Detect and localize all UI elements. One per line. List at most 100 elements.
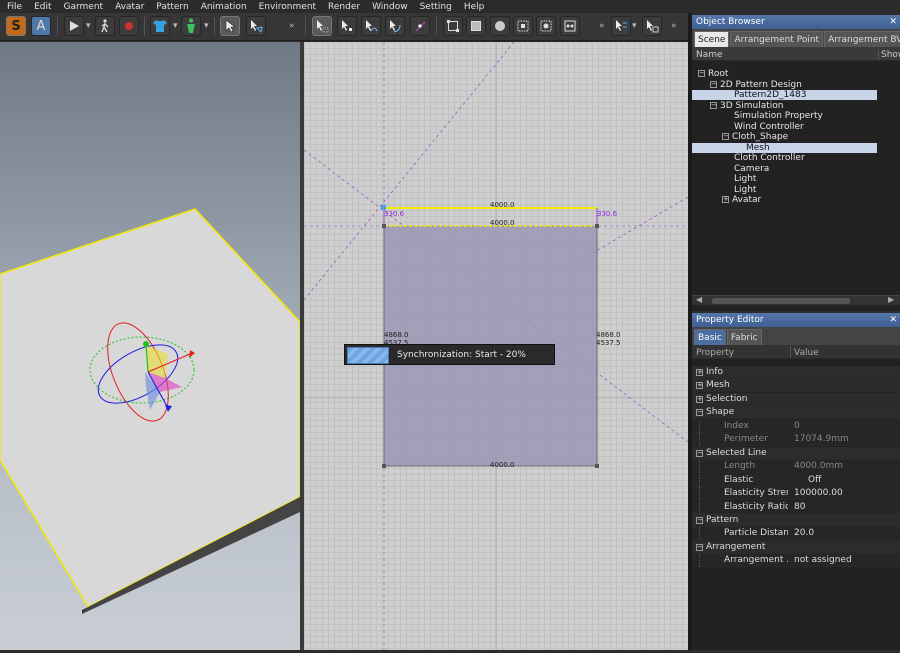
curvature-icon[interactable] (385, 16, 405, 36)
transform-pattern-icon[interactable] (312, 16, 332, 36)
tree-item[interactable]: Mesh (692, 142, 877, 153)
tree-item[interactable]: Light (692, 185, 877, 195)
property-category[interactable]: − Selected Line (692, 446, 900, 460)
segment-sewing-icon[interactable] (611, 16, 631, 36)
collapse-icon[interactable]: − (698, 70, 705, 77)
chevron-down-icon[interactable]: ▾ (204, 21, 209, 31)
menu-item-avatar[interactable]: Avatar (111, 2, 152, 12)
property-row[interactable]: Index 0 (692, 419, 900, 433)
property-category[interactable]: + Mesh (692, 379, 900, 393)
tab-arrangement-bv[interactable]: Arrangement BV (824, 31, 900, 47)
tree-item[interactable]: −3D Simulation (692, 101, 877, 111)
expand-icon[interactable]: + (722, 196, 729, 203)
tree-item[interactable]: Camera (692, 164, 877, 174)
property-value[interactable]: 4000.0mm (794, 460, 843, 473)
property-category[interactable]: − Pattern (692, 513, 900, 527)
collapse-icon[interactable]: − (710, 80, 717, 88)
chevron-down-icon[interactable]: ▾ (632, 21, 637, 31)
chevron-down-icon[interactable]: ▾ (173, 21, 178, 31)
menu-item-help[interactable]: Help (460, 2, 493, 12)
tree-item[interactable]: − Cloth_Shape (692, 132, 877, 142)
collapse-icon[interactable]: − (722, 133, 729, 140)
menu-item-file[interactable]: File (3, 2, 30, 12)
close-icon[interactable]: ✕ (889, 315, 897, 325)
property-row[interactable]: Elasticity Ratio 80 (692, 500, 900, 514)
property-value[interactable]: 80 (794, 501, 805, 514)
menu-item-setting[interactable]: Setting (416, 2, 460, 12)
property-value[interactable]: Off (808, 474, 821, 487)
column-value[interactable]: Value (794, 348, 819, 358)
collapse-icon[interactable]: − (710, 101, 717, 109)
free-sewing-icon[interactable] (642, 16, 662, 36)
record-icon[interactable] (119, 16, 139, 36)
menu-item-window[interactable]: Window (368, 2, 416, 12)
add-point-icon[interactable] (410, 16, 430, 36)
internal-polygon-icon[interactable] (513, 16, 533, 36)
expand-icon[interactable]: + (696, 395, 703, 403)
tree-item[interactable]: −2D Pattern Design (692, 80, 877, 90)
edit-point-icon[interactable] (337, 16, 357, 36)
play-icon[interactable] (64, 16, 84, 36)
edit-curve-icon[interactable] (361, 16, 381, 36)
property-row[interactable]: Arrangement ... not assigned (692, 554, 900, 568)
menu-item-garment[interactable]: Garment (60, 2, 112, 12)
more-tools-icon[interactable]: » (599, 21, 605, 31)
garment-shirt-icon[interactable] (150, 16, 170, 36)
rectangle-icon[interactable] (466, 16, 486, 36)
menu-item-animation[interactable]: Animation (197, 2, 255, 12)
tab-scene[interactable]: Scene (694, 31, 730, 47)
menu-item-environment[interactable]: Environment (255, 2, 324, 12)
menu-item-render[interactable]: Render (324, 2, 368, 12)
menu-item-edit[interactable]: Edit (30, 2, 59, 12)
property-value[interactable]: 100000.00 (794, 487, 843, 500)
more-tools-icon[interactable]: » (289, 21, 295, 31)
property-row[interactable]: Particle Distance 20.0 (692, 527, 900, 541)
property-value[interactable]: 17074.9mm (794, 433, 849, 446)
column-show[interactable]: Show (878, 50, 900, 60)
walk-avatar-icon[interactable] (95, 16, 115, 36)
tree-item[interactable]: − Root (692, 69, 877, 79)
tree-item[interactable]: Light (692, 174, 877, 184)
tab-fabric[interactable]: Fabric (726, 329, 762, 345)
viewport-2d[interactable]: 4000.0 4000.0 330.6 330.6 4868.0 4537.5 … (304, 42, 688, 650)
property-category[interactable]: + Info (692, 366, 900, 379)
property-category[interactable]: + Selection (692, 392, 900, 406)
tree-item[interactable]: Wind Controller (692, 122, 877, 132)
tree-item[interactable]: + Avatar (692, 195, 877, 205)
simulation-mode-button[interactable]: S (6, 16, 26, 36)
property-row[interactable]: Length 4000.0mm (692, 460, 900, 474)
menu-item-pattern[interactable]: Pattern (152, 2, 196, 12)
animation-mode-button[interactable]: A (31, 16, 51, 36)
expand-icon[interactable]: + (696, 382, 703, 390)
tree-item[interactable]: Pattern2D_1483 (692, 90, 877, 100)
tree-item[interactable]: Cloth Controller (692, 153, 877, 163)
internal-rectangle-icon[interactable] (536, 16, 556, 36)
select-mesh-icon[interactable] (246, 16, 266, 36)
close-icon[interactable]: ✕ (889, 17, 897, 27)
viewport-3d[interactable] (0, 42, 301, 650)
property-category[interactable]: − Shape (692, 406, 900, 420)
tree-item[interactable]: Simulation Property (692, 111, 877, 121)
chevron-down-icon[interactable]: ▾ (86, 21, 91, 31)
select-arrow-icon[interactable] (220, 16, 240, 36)
more-tools-icon[interactable]: » (671, 21, 677, 31)
collapse-icon[interactable]: − (696, 449, 703, 457)
property-value[interactable]: 20.0 (794, 527, 814, 540)
column-name[interactable]: Name (696, 50, 723, 60)
property-value[interactable]: not assigned (794, 554, 852, 567)
collapse-icon[interactable]: − (696, 516, 703, 524)
horizontal-scrollbar[interactable]: ◀ ▶ (692, 295, 900, 305)
property-value[interactable]: 0 (794, 420, 800, 433)
collapse-icon[interactable]: − (696, 409, 703, 417)
ellipse-icon[interactable] (490, 16, 510, 36)
tab-basic[interactable]: Basic (694, 329, 726, 345)
property-row[interactable]: Elasticity Stren... 100000.00 (692, 487, 900, 501)
polygon-icon[interactable] (443, 16, 463, 36)
internal-circle-icon[interactable] (560, 16, 580, 36)
collapse-icon[interactable]: − (696, 543, 703, 551)
avatar-icon[interactable] (181, 16, 201, 36)
expand-icon[interactable]: + (696, 369, 703, 376)
property-row[interactable]: Elastic Off (692, 473, 900, 487)
tab-arrangement-point[interactable]: Arrangement Point (730, 31, 824, 47)
property-category[interactable]: − Arrangement (692, 540, 900, 554)
